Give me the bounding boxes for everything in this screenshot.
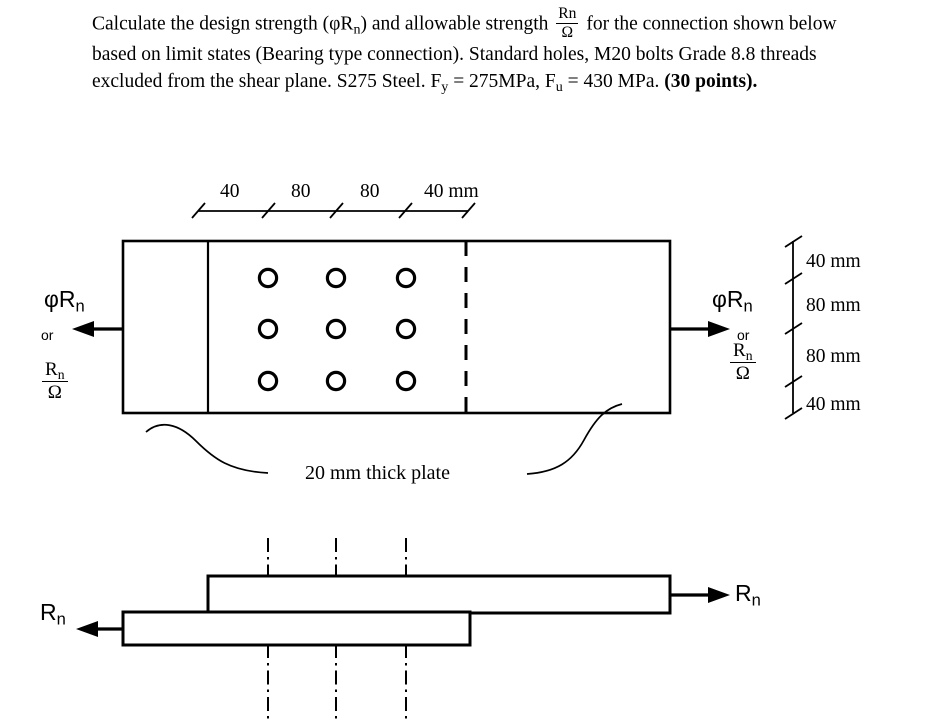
side-view-left-r: R	[40, 599, 57, 625]
arrowhead-right	[708, 321, 730, 337]
right-dim-label-2: 80 mm	[806, 295, 861, 316]
right-force-arrow-plan	[670, 321, 730, 337]
side-view-right-force-arrow	[670, 587, 730, 603]
left-force-phi-sub: n	[75, 296, 85, 316]
right-force-fraction: Rn Ω	[730, 340, 756, 384]
right-force-phi-sub: n	[743, 296, 753, 316]
side-view-left-sub: n	[56, 609, 66, 629]
left-force-arrow-plan	[72, 321, 123, 337]
right-dim-label-3: 80 mm	[806, 346, 861, 367]
top-dimension-line	[191, 202, 476, 219]
left-force-frac-sub: n	[57, 366, 65, 382]
leader-line-right	[526, 403, 623, 475]
right-force-phi-label: φRn	[712, 286, 753, 316]
left-force-fraction-numerator: Rn	[42, 359, 68, 382]
side-view-plates	[121, 574, 672, 647]
arrowhead-right	[708, 587, 730, 603]
connection-figure	[72, 202, 803, 722]
top-dim-label-1: 40	[220, 181, 240, 202]
arrowhead-left	[72, 321, 94, 337]
right-dimension-line	[784, 235, 803, 420]
top-dim-label-4: 40 mm	[424, 181, 479, 202]
left-force-phi-text: φR	[44, 286, 76, 312]
arrowhead-left	[76, 621, 98, 637]
side-view-right-sub: n	[751, 590, 761, 610]
plate-thickness-note: 20 mm thick plate	[305, 462, 450, 484]
right-force-fraction-denominator: Ω	[735, 362, 750, 384]
upper-lap-plate	[206, 574, 672, 615]
right-dim-label-4: 40 mm	[806, 394, 861, 415]
top-dim-label-2: 80	[291, 181, 311, 202]
left-force-or-label: or	[41, 327, 54, 343]
left-force-phi-label: φRn	[44, 286, 85, 316]
top-dim-label-3: 80	[360, 181, 380, 202]
right-dim-label-1: 40 mm	[806, 251, 861, 272]
side-view-right-r: R	[735, 580, 752, 606]
leader-line-left	[145, 423, 269, 474]
left-force-frac-r: R	[45, 359, 58, 380]
left-force-fraction: Rn Ω	[42, 359, 68, 403]
right-force-frac-sub: n	[745, 347, 753, 363]
left-force-fraction-denominator: Ω	[47, 381, 62, 403]
side-view-right-force-label: Rn	[735, 580, 761, 610]
lower-lap-plate	[121, 610, 472, 647]
side-view-left-force-label: Rn	[40, 599, 66, 629]
side-view-left-force-arrow	[76, 621, 123, 637]
right-force-frac-r: R	[733, 340, 746, 361]
right-force-phi-text: φR	[712, 286, 744, 312]
right-force-fraction-numerator: Rn	[730, 340, 756, 363]
